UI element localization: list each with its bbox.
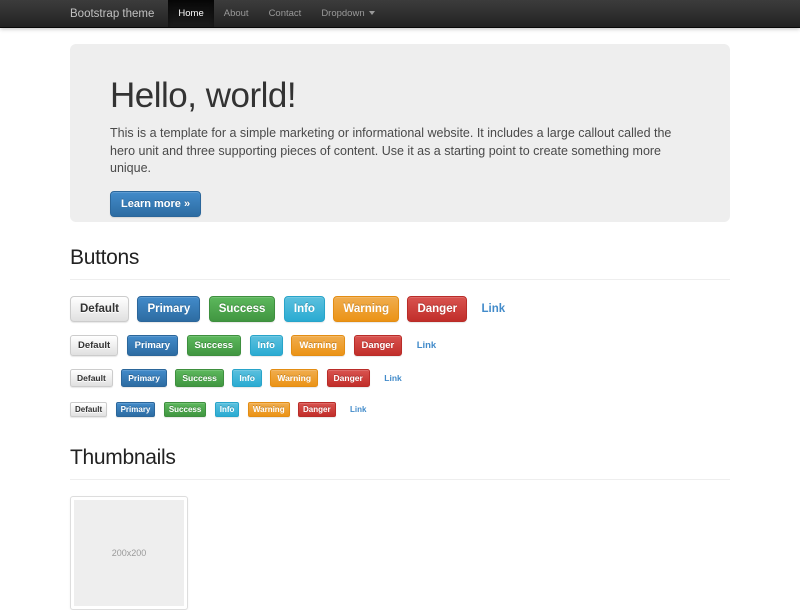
hero-description: This is a template for a simple marketin…: [110, 125, 690, 178]
button-row-default: Default Primary Success Info Warning Dan…: [70, 335, 730, 356]
nav-dropdown-label: Dropdown: [321, 8, 364, 19]
warning-button-large[interactable]: Warning: [333, 296, 399, 322]
danger-button-large[interactable]: Danger: [407, 296, 467, 322]
default-button-large[interactable]: Default: [70, 296, 129, 322]
danger-button-medium[interactable]: Danger: [354, 335, 403, 356]
nav-item-home[interactable]: Home: [168, 0, 213, 27]
thumbnails-heading: Thumbnails: [70, 446, 730, 470]
info-button-medium[interactable]: Info: [250, 335, 283, 356]
button-row-extra-small: Default Primary Success Info Warning Dan…: [70, 400, 730, 418]
nav-item-contact[interactable]: Contact: [259, 0, 312, 27]
success-button-large[interactable]: Success: [209, 296, 276, 322]
navbar: Bootstrap theme Home About Contact Dropd…: [0, 0, 800, 28]
primary-button-xs[interactable]: Primary: [116, 402, 156, 417]
success-button-small[interactable]: Success: [175, 369, 224, 387]
success-button-medium[interactable]: Success: [187, 335, 242, 356]
link-button-xs[interactable]: Link: [350, 405, 366, 414]
chevron-down-icon: [369, 11, 375, 15]
thumbnails-section-header: Thumbnails: [70, 446, 730, 480]
default-button-small[interactable]: Default: [70, 369, 113, 387]
danger-button-xs[interactable]: Danger: [298, 402, 336, 417]
default-button-xs[interactable]: Default: [70, 402, 107, 417]
button-row-small: Default Primary Success Info Warning Dan…: [70, 369, 730, 387]
link-button-medium[interactable]: Link: [417, 340, 437, 351]
thumbnail-placeholder-image: 200x200: [74, 500, 184, 606]
buttons-section-header: Buttons: [70, 246, 730, 280]
button-row-large: Default Primary Success Info Warning Dan…: [70, 296, 730, 322]
warning-button-medium[interactable]: Warning: [291, 335, 345, 356]
learn-more-button[interactable]: Learn more »: [110, 191, 201, 217]
link-button-large[interactable]: Link: [482, 303, 506, 315]
primary-button-large[interactable]: Primary: [137, 296, 200, 322]
navbar-brand[interactable]: Bootstrap theme: [70, 0, 168, 27]
danger-button-small[interactable]: Danger: [327, 369, 370, 387]
thumbnail-item[interactable]: 200x200: [70, 496, 188, 610]
warning-button-xs[interactable]: Warning: [248, 402, 290, 417]
info-button-large[interactable]: Info: [284, 296, 325, 322]
warning-button-small[interactable]: Warning: [270, 369, 318, 387]
main-content: Hello, world! This is a template for a s…: [70, 44, 730, 610]
primary-button-medium[interactable]: Primary: [127, 335, 178, 356]
default-button-medium[interactable]: Default: [70, 335, 118, 356]
success-button-xs[interactable]: Success: [164, 402, 206, 417]
link-button-small[interactable]: Link: [384, 373, 401, 383]
info-button-xs[interactable]: Info: [215, 402, 240, 417]
primary-button-small[interactable]: Primary: [121, 369, 167, 387]
nav-item-about[interactable]: About: [214, 0, 259, 27]
info-button-small[interactable]: Info: [232, 369, 262, 387]
nav-item-dropdown[interactable]: Dropdown: [311, 0, 384, 27]
buttons-heading: Buttons: [70, 246, 730, 270]
navbar-nav: Home About Contact Dropdown: [168, 0, 384, 27]
hero-unit: Hello, world! This is a template for a s…: [70, 44, 730, 222]
hero-title: Hello, world!: [110, 76, 690, 116]
